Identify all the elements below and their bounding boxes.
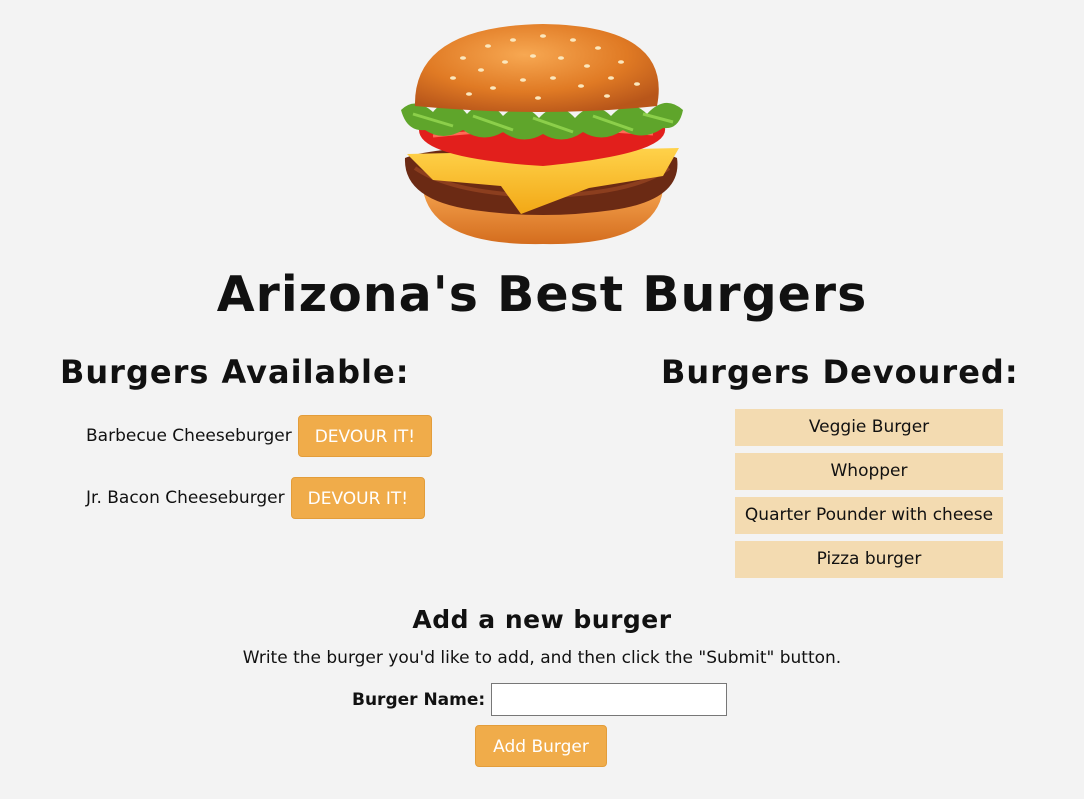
devour-button[interactable]: DEVOUR IT! (297, 415, 433, 457)
burgers-devoured-heading: Burgers Devoured: (661, 353, 1019, 391)
burger-image (393, 18, 693, 250)
devoured-burger-list: Veggie Burger Whopper Quarter Pounder wi… (735, 409, 1003, 585)
available-burger-item: Barbecue Cheeseburger DEVOUR IT! (86, 415, 433, 457)
burger-name-form-row: Burger Name: (352, 683, 728, 716)
add-burger-button[interactable]: Add Burger (475, 725, 607, 767)
burgers-available-heading: Burgers Available: (60, 353, 410, 391)
devoured-burger-item: Whopper (735, 453, 1003, 490)
burger-name: Barbecue Cheeseburger (86, 426, 292, 446)
burger-name-label: Burger Name: (352, 689, 486, 710)
devoured-burger-item: Veggie Burger (735, 409, 1003, 446)
devour-button[interactable]: DEVOUR IT! (290, 477, 426, 519)
devoured-burger-item: Quarter Pounder with cheese (735, 497, 1003, 534)
add-burger-instructions: Write the burger you'd like to add, and … (242, 648, 842, 668)
add-burger-heading: Add a new burger (412, 605, 672, 634)
devoured-burger-item: Pizza burger (735, 541, 1003, 578)
page-title: Arizona's Best Burgers (216, 266, 868, 323)
available-burger-item: Jr. Bacon Cheeseburger DEVOUR IT! (86, 477, 426, 519)
burger-name: Jr. Bacon Cheeseburger (86, 488, 285, 508)
burger-name-input[interactable] (491, 683, 728, 716)
